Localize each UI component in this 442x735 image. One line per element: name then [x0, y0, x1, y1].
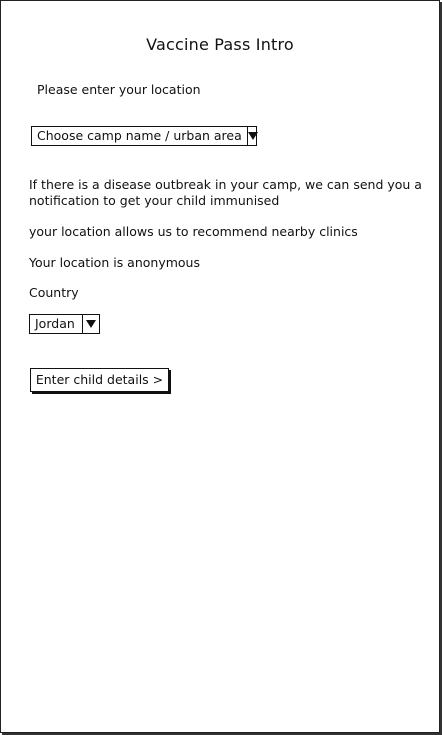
anonymous-text: Your location is anonymous — [29, 255, 200, 270]
country-select[interactable]: Jordan — [29, 314, 100, 334]
camp-select-value: Choose camp name / urban area — [37, 128, 242, 143]
camp-select[interactable]: Choose camp name / urban area — [31, 126, 258, 146]
chevron-down-icon — [246, 127, 258, 145]
clinics-text: your location allows us to recommend nea… — [29, 224, 358, 239]
page-title: Vaccine Pass Intro — [146, 35, 294, 54]
outbreak-text-line1: If there is a disease outbreak in your c… — [29, 177, 422, 192]
chevron-down-icon — [82, 315, 99, 333]
location-prompt: Please enter your location — [37, 82, 201, 97]
outbreak-text-line2: notification to get your child immunised — [29, 193, 280, 208]
country-label: Country — [29, 285, 79, 300]
enter-child-details-button[interactable]: Enter child details > — [30, 368, 169, 392]
phone-frame: Vaccine Pass Intro Please enter your loc… — [0, 0, 440, 733]
country-select-value: Jordan — [35, 316, 75, 331]
